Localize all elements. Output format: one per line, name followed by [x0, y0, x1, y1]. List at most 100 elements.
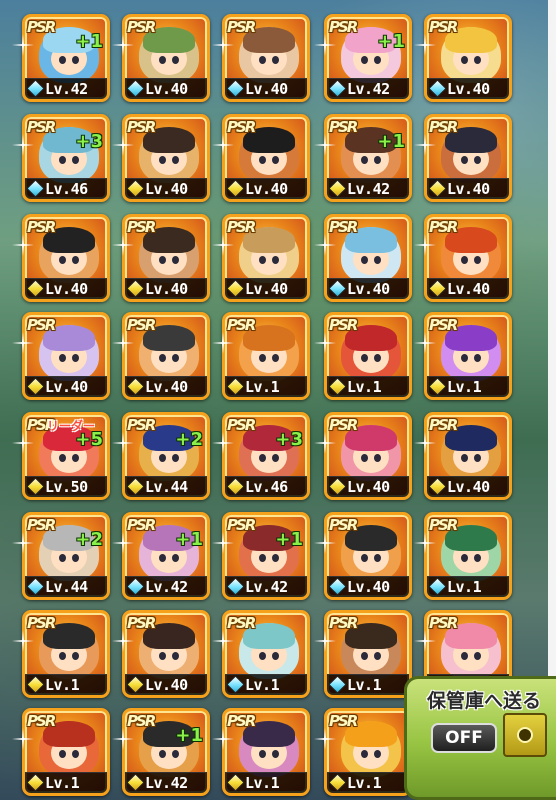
character-card[interactable]: PSR +1 Lv.42 [122, 512, 210, 600]
psr-rarity-badge: PSR [429, 614, 458, 632]
character-card[interactable]: PSR Lv.40 [122, 214, 210, 302]
psr-rarity-badge: PSR [227, 218, 256, 236]
character-card[interactable]: PSR Lv.1 [222, 312, 310, 400]
psr-rarity-badge: PSR [329, 614, 358, 632]
eye-icon [474, 354, 481, 362]
character-card[interactable]: PSR Lv.40 [424, 114, 512, 202]
eye-icon [474, 156, 481, 164]
send-to-storage-label: 保管庫へ送る [427, 690, 542, 712]
level-bar: Lv.1 [225, 376, 307, 397]
character-card[interactable]: PSR Lv.1 [222, 708, 310, 796]
eye-icon [272, 750, 279, 758]
psr-rarity-badge: PSR [27, 316, 56, 334]
character-card[interactable]: PSR +1 Lv.42 [324, 114, 412, 202]
eye-icon [361, 156, 368, 164]
character-card[interactable]: PSR Lv.40 [424, 14, 512, 102]
character-card[interactable]: PSR +1 Lv.42 [324, 14, 412, 102]
character-card[interactable]: PSR +2 Lv.44 [22, 512, 110, 600]
storage-toggle[interactable]: OFF [431, 723, 497, 753]
character-card[interactable]: PSR Lv.40 [222, 14, 310, 102]
eye-icon [72, 454, 79, 462]
level-text: Lv.1 [245, 774, 280, 792]
character-card[interactable]: PSR Lv.40 [122, 14, 210, 102]
level-text: Lv.40 [245, 280, 288, 298]
character-card[interactable]: PSR Lv.40 [324, 214, 412, 302]
character-card[interactable]: PSR Lv.40 [424, 412, 512, 500]
psr-rarity-badge: PSR [27, 18, 56, 36]
character-card[interactable]: PSR Lv.40 [222, 114, 310, 202]
eye-icon [259, 554, 266, 562]
cyan-diamond-icon [428, 577, 447, 596]
cyan-diamond-icon [26, 577, 45, 596]
yellow-diamond-icon [26, 675, 45, 694]
character-card[interactable]: PSR Lv.1 [324, 708, 412, 796]
psr-rarity-badge: PSR [429, 18, 458, 36]
yellow-diamond-icon [328, 377, 347, 396]
level-bar: Lv.1 [427, 576, 509, 597]
send-to-storage-panel[interactable]: 保管庫へ送る OFF [404, 676, 556, 800]
yellow-diamond-icon [226, 179, 245, 198]
psr-rarity-badge: PSR [227, 118, 256, 136]
level-bar: Lv.1 [427, 376, 509, 397]
eye-icon [72, 750, 79, 758]
eye-icon [259, 454, 266, 462]
character-card[interactable]: PSR Lv.1 [22, 708, 110, 796]
level-bar: Lv.40 [125, 78, 207, 99]
character-card[interactable]: PSR Lv.40 [122, 610, 210, 698]
character-card[interactable]: PSR Lv.1 [324, 312, 412, 400]
character-card[interactable]: PSR Lv.40 [324, 512, 412, 600]
eye-icon [159, 354, 166, 362]
cyan-diamond-icon [226, 675, 245, 694]
character-card[interactable]: PSR Lv.1 [222, 610, 310, 698]
eye-icon [172, 156, 179, 164]
psr-rarity-badge: PSR [429, 118, 458, 136]
level-bar: Lv.40 [327, 278, 409, 299]
character-card[interactable]: PSR Lv.1 [22, 610, 110, 698]
character-card[interactable]: PSR Lv.40 [22, 214, 110, 302]
eye-icon [461, 354, 468, 362]
eye-icon [59, 454, 66, 462]
limit-break-count: +3 [75, 131, 103, 152]
character-card[interactable]: PSR +2 Lv.44 [122, 412, 210, 500]
character-card[interactable]: PSR Lv.1 [424, 312, 512, 400]
psr-rarity-badge: PSR [227, 316, 256, 334]
character-card[interactable]: PSR Lv.40 [222, 214, 310, 302]
character-card[interactable]: PSR Lv.40 [22, 312, 110, 400]
level-bar: Lv.42 [25, 78, 107, 99]
character-card[interactable]: PSR +3 Lv.46 [22, 114, 110, 202]
safe-icon [503, 713, 547, 757]
psr-rarity-badge: PSR [127, 416, 156, 434]
yellow-diamond-icon [126, 675, 145, 694]
eye-icon [361, 256, 368, 264]
character-card[interactable]: PSR Lv.40 [122, 312, 210, 400]
level-bar: Lv.40 [125, 278, 207, 299]
level-text: Lv.1 [45, 774, 80, 792]
level-bar: Lv.40 [225, 78, 307, 99]
psr-rarity-badge: PSR [227, 614, 256, 632]
character-card[interactable]: PSR +3 Lv.46 [222, 412, 310, 500]
character-card[interactable]: PSR +1 Lv.42 [22, 14, 110, 102]
psr-rarity-badge: PSR [127, 712, 156, 730]
limit-break-count: +3 [275, 429, 303, 450]
yellow-diamond-icon [428, 377, 447, 396]
character-card[interactable]: PSR Lv.40 [424, 214, 512, 302]
character-card[interactable]: PSR Lv.40 [324, 412, 412, 500]
character-card[interactable]: PSR リーダー +5 Lv.50 [22, 412, 110, 500]
yellow-diamond-icon [328, 477, 347, 496]
eye-icon [361, 750, 368, 758]
yellow-diamond-icon [126, 773, 145, 792]
character-card[interactable]: PSR Lv.40 [122, 114, 210, 202]
limit-break-count: +1 [175, 725, 203, 746]
level-text: Lv.1 [347, 676, 382, 694]
level-text: Lv.40 [245, 180, 288, 198]
character-card[interactable]: PSR Lv.1 [324, 610, 412, 698]
character-card[interactable]: PSR +1 Lv.42 [222, 512, 310, 600]
character-card[interactable]: PSR +1 Lv.42 [122, 708, 210, 796]
eye-icon [361, 454, 368, 462]
eye-icon [159, 56, 166, 64]
eye-icon [474, 256, 481, 264]
character-card[interactable]: PSR Lv.1 [424, 512, 512, 600]
limit-break-count: +1 [175, 529, 203, 550]
psr-rarity-badge: PSR [227, 416, 256, 434]
eye-icon [461, 554, 468, 562]
